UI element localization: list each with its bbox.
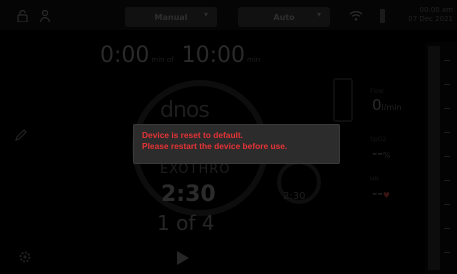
heart-icon: ♥ [382, 191, 390, 200]
total-unit: min [247, 56, 261, 64]
manual-mode-button[interactable]: Manual ▾ [125, 7, 217, 27]
stat1-label: Flow [370, 88, 384, 95]
total-time: 10:00 [181, 43, 245, 68]
step-count: 1 of 4 [157, 211, 215, 235]
gear-icon[interactable] [18, 250, 32, 264]
chevron-down-icon: ▾ [316, 10, 321, 19]
chevron-down-icon: ▾ [203, 10, 208, 19]
stat2-value: --% [372, 144, 390, 162]
wifi-icon[interactable] [349, 10, 363, 21]
stat1-value: 0l/min [372, 96, 402, 114]
stat2-number: -- [372, 144, 383, 162]
manual-mode-label: Manual [154, 12, 188, 22]
stat3-number: -- [372, 184, 383, 202]
scale-tick [444, 156, 450, 157]
step-name: EXOTHRO [160, 162, 231, 177]
alert-message-line2: Please restart the device before use. [142, 141, 288, 151]
elapsed-time: 0:00 [100, 43, 150, 68]
auto-mode-button[interactable]: Auto ▾ [238, 7, 330, 27]
stat3-value: --♥ [372, 184, 390, 202]
user-icon[interactable] [40, 10, 50, 22]
stat2-unit: % [382, 151, 391, 160]
top-bar: Manual ▾ Auto ▾ 00:00 am 07 Dec 2021 [0, 0, 457, 30]
stat2-label: SpO2 [370, 136, 387, 143]
battery-icon [380, 9, 385, 23]
clock-time: 00:00 am [419, 6, 453, 14]
session-timer: 0:00 min of 10:00 min [100, 43, 268, 68]
step-time: 2:30 [161, 182, 216, 207]
scale-tick [444, 180, 450, 181]
clock: 00:00 am 07 Dec 2021 [393, 6, 453, 24]
elapsed-unit: min of [151, 56, 174, 64]
clock-date: 07 Dec 2021 [408, 15, 453, 23]
small-dial-time: 2:30 [283, 191, 306, 202]
play-button[interactable] [176, 250, 190, 266]
scale-tick [444, 228, 450, 229]
scale-tick [444, 204, 450, 205]
stat3-label: HR [370, 176, 379, 183]
program-logo: dnos [160, 98, 210, 123]
stat1-unit: l/min [381, 103, 402, 112]
scale-tick [444, 252, 450, 253]
edit-icon[interactable] [14, 128, 28, 142]
stat1-number: 0 [372, 96, 382, 114]
level-scale-track[interactable] [428, 46, 440, 270]
scale-tick [444, 60, 450, 61]
unlock-icon[interactable] [17, 10, 28, 22]
alert-message-line1: Device is reset to default. [142, 130, 244, 140]
side-gauge [333, 78, 353, 122]
alert-dialog[interactable]: Device is reset to default. Please resta… [133, 124, 340, 164]
scale-tick [444, 108, 450, 109]
scale-tick [444, 132, 450, 133]
auto-mode-label: Auto [273, 12, 295, 22]
scale-tick [444, 84, 450, 85]
